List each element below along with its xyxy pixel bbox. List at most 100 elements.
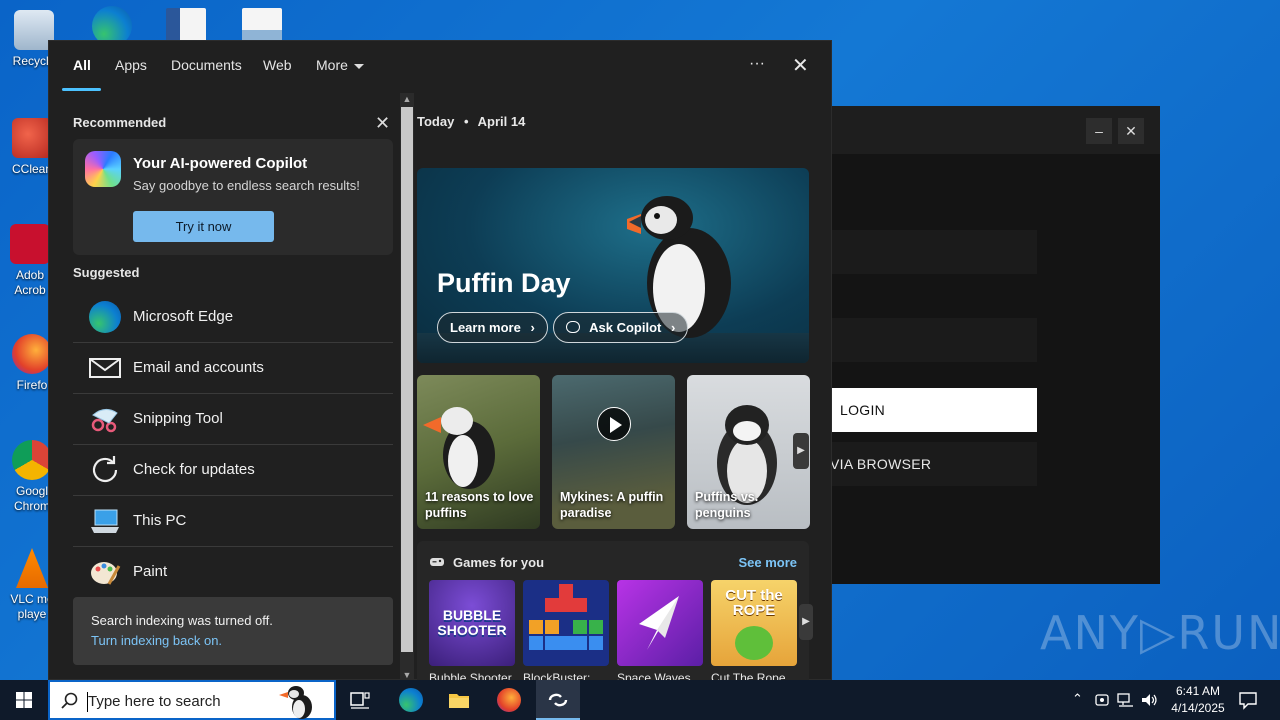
left-pane-scrollbar[interactable]: ▲ ▼ (400, 93, 414, 681)
windows-logo-icon (16, 692, 32, 708)
try-it-now-button[interactable]: Try it now (133, 211, 274, 242)
game-tile-cut-the-rope[interactable]: CUT the ROPE (711, 580, 797, 666)
news-card-caption: Puffins vs. penguins (695, 490, 759, 520)
news-card[interactable]: 11 reasons to love puffins (417, 375, 540, 529)
app-taskbar-icon[interactable] (546, 688, 570, 712)
clock-time: 6:41 AM (1175, 684, 1221, 698)
tab-all[interactable]: All (73, 57, 91, 73)
edge-icon (89, 301, 121, 333)
close-icon[interactable]: ✕ (375, 113, 390, 134)
taskbar: Type here to search ⌃ 6:41 AM 4/14/2025 (0, 680, 1280, 720)
video-card[interactable]: Mykines: A puffin paradise (552, 375, 675, 529)
game-tile-blockbuster[interactable] (523, 580, 609, 666)
system-clock[interactable]: 6:41 AM 4/14/2025 (1160, 683, 1236, 717)
suggested-item-label: Paint (133, 563, 168, 580)
rocket-arrow-icon (639, 596, 679, 650)
indexing-notice-text: Search indexing was turned off. (91, 613, 273, 628)
suggested-item-paint[interactable]: Paint (73, 547, 393, 598)
recommended-heading: Recommended (73, 115, 167, 130)
learn-more-button[interactable]: Learn more › (437, 312, 548, 343)
login-via-browser-button[interactable]: VIA BROWSER (830, 442, 1037, 486)
game-tile-bubble-shooter[interactable]: BUBBLE SHOOTER (429, 580, 515, 666)
anyrun-watermark: ANY▷RUN (1040, 606, 1280, 660)
news-card[interactable]: Puffins vs. penguins (687, 375, 810, 529)
scroll-up-icon[interactable]: ▲ (400, 94, 414, 104)
video-card-caption: Mykines: A puffin paradise (560, 490, 664, 520)
edge-taskbar-icon[interactable] (399, 688, 423, 712)
copilot-title: Your AI-powered Copilot (133, 155, 308, 172)
suggested-item-label: This PC (133, 512, 187, 529)
hero-title: Puffin Day (437, 268, 571, 298)
minimize-button[interactable]: – (1086, 118, 1112, 144)
copilot-icon (85, 151, 121, 187)
scrollbar-thumb[interactable] (401, 107, 413, 652)
vlc-icon (16, 548, 48, 588)
game-tile-space-waves[interactable] (617, 580, 703, 666)
file-explorer-icon[interactable] (447, 688, 471, 712)
ask-copilot-label: Ask Copilot (589, 320, 662, 335)
scroll-down-icon[interactable]: ▼ (400, 670, 414, 680)
tab-documents[interactable]: Documents (171, 57, 242, 73)
today-header: Today • April 14 (417, 114, 525, 129)
turn-indexing-on-link[interactable]: Turn indexing back on. (91, 633, 222, 648)
meeting-icon[interactable] (1094, 692, 1110, 708)
clock-date: 4/14/2025 (1171, 701, 1225, 715)
search-tabs: All Apps Documents Web More ··· ✕ (49, 41, 833, 91)
suggested-item-this-pc[interactable]: This PC (73, 496, 393, 547)
chevron-right-icon: › (671, 320, 676, 335)
today-date: April 14 (477, 114, 526, 129)
more-options-icon[interactable]: ··· (749, 55, 765, 73)
volume-icon[interactable] (1141, 692, 1159, 708)
suggested-item-microsoft-edge[interactable]: Microsoft Edge (73, 292, 393, 343)
task-view-icon[interactable] (348, 688, 372, 712)
suggested-item-snipping-tool[interactable]: Snipping Tool (73, 394, 393, 445)
background-app-window: – ✕ LOGIN VIA BROWSER (830, 106, 1160, 584)
suggested-item-check-updates[interactable]: Check for updates (73, 445, 393, 496)
chat-bubble-icon (566, 321, 580, 333)
suggested-item-label: Email and accounts (133, 359, 264, 376)
puffin-day-hero-card[interactable]: Puffin Day Learn more › Ask Copilot › (417, 168, 809, 363)
game-controller-icon (430, 558, 444, 566)
snipping-tool-icon (89, 403, 121, 435)
indexing-notice: Search indexing was turned off. Turn ind… (73, 597, 393, 665)
chevron-down-icon (353, 63, 364, 69)
chevron-up-icon[interactable]: ⌃ (1072, 691, 1083, 707)
close-button[interactable]: ✕ (1118, 118, 1144, 144)
games-heading: Games for you (453, 555, 545, 570)
search-icon (61, 692, 78, 709)
computer-icon (89, 505, 121, 537)
network-icon[interactable] (1117, 692, 1135, 708)
separator-dot: • (463, 114, 469, 129)
login-button[interactable]: LOGIN (830, 388, 1037, 432)
today-label: Today (417, 114, 455, 129)
tab-web[interactable]: Web (263, 57, 292, 73)
tab-more[interactable]: More (316, 57, 364, 73)
acrobat-icon (10, 224, 50, 264)
close-icon[interactable]: ✕ (792, 53, 809, 78)
suggested-item-label: Snipping Tool (133, 410, 223, 427)
game-art-label: CUT the ROPE (725, 587, 783, 619)
paint-icon (89, 556, 121, 588)
tab-apps[interactable]: Apps (115, 57, 147, 73)
start-button[interactable] (0, 680, 48, 720)
firefox-icon (12, 334, 52, 374)
copilot-promo-card: Your AI-powered Copilot Say goodbye to e… (73, 139, 393, 255)
see-more-link[interactable]: See more (738, 555, 797, 570)
active-tab-indicator (62, 88, 101, 91)
puffin-search-highlight-icon (279, 686, 312, 719)
notifications-icon[interactable] (1238, 690, 1258, 710)
refresh-icon (89, 454, 121, 486)
ccleaner-icon (12, 118, 52, 158)
play-icon[interactable] (597, 407, 631, 441)
suggested-item-email-accounts[interactable]: Email and accounts (73, 343, 393, 394)
password-field[interactable] (830, 318, 1037, 362)
ask-copilot-button[interactable]: Ask Copilot › (553, 312, 689, 343)
username-field[interactable] (830, 230, 1037, 274)
copilot-subtitle: Say goodbye to endless search results! (133, 178, 360, 193)
taskbar-search-input[interactable]: Type here to search (48, 680, 336, 720)
games-next-arrow-icon[interactable]: ▶ (799, 604, 813, 640)
tetris-blocks-icon (529, 584, 603, 650)
suggested-item-label: Microsoft Edge (133, 308, 234, 325)
firefox-taskbar-icon[interactable] (497, 688, 521, 712)
cards-next-arrow-icon[interactable]: ▶ (793, 433, 809, 469)
